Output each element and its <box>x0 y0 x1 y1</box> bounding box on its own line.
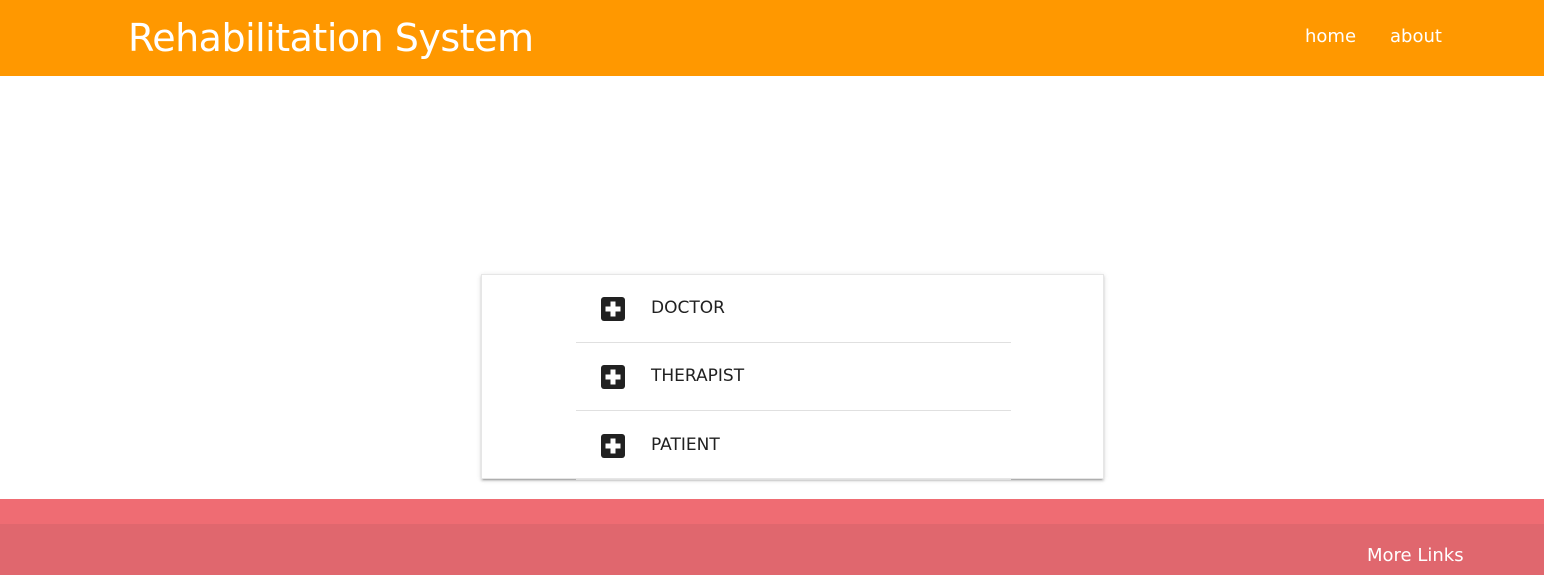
role-label: DOCTOR <box>651 298 725 318</box>
brand-title[interactable]: Rehabilitation System <box>128 12 534 64</box>
top-navbar: Rehabilitation System home about <box>0 0 1544 76</box>
medical-cross-icon <box>601 365 625 389</box>
role-item-patient[interactable]: PATIENT <box>576 412 1011 480</box>
nav-link-home[interactable]: home <box>1305 24 1356 50</box>
role-item-doctor[interactable]: DOCTOR <box>576 275 1011 343</box>
role-selection-card: DOCTOR THERAPIST PATIENT <box>481 274 1104 480</box>
page-footer: More Links <box>0 499 1544 575</box>
nav-link-about[interactable]: about <box>1390 24 1442 50</box>
medical-cross-icon <box>601 297 625 321</box>
role-item-therapist[interactable]: THERAPIST <box>576 343 1011 411</box>
footer-more-links[interactable]: More Links <box>1367 543 1464 569</box>
footer-bottom-bar <box>0 524 1544 575</box>
medical-cross-icon <box>601 434 625 458</box>
role-label: THERAPIST <box>651 366 745 386</box>
role-label: PATIENT <box>651 435 720 455</box>
